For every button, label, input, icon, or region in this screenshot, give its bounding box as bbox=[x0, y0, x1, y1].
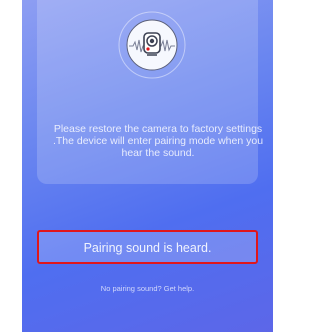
pairing-instructions: Please restore the camera to factory set… bbox=[52, 123, 264, 159]
right-margin bbox=[273, 0, 295, 332]
left-margin bbox=[0, 0, 22, 332]
no-pairing-sound-help-link[interactable]: No pairing sound? Get help. bbox=[22, 284, 273, 294]
pairing-sound-heard-button[interactable]: Pairing sound is heard. bbox=[37, 230, 258, 264]
camera-sound-wave-icon bbox=[117, 10, 187, 80]
pairing-screen: Please restore the camera to factory set… bbox=[0, 0, 295, 332]
instruction-card: Please restore the camera to factory set… bbox=[37, 0, 263, 184]
